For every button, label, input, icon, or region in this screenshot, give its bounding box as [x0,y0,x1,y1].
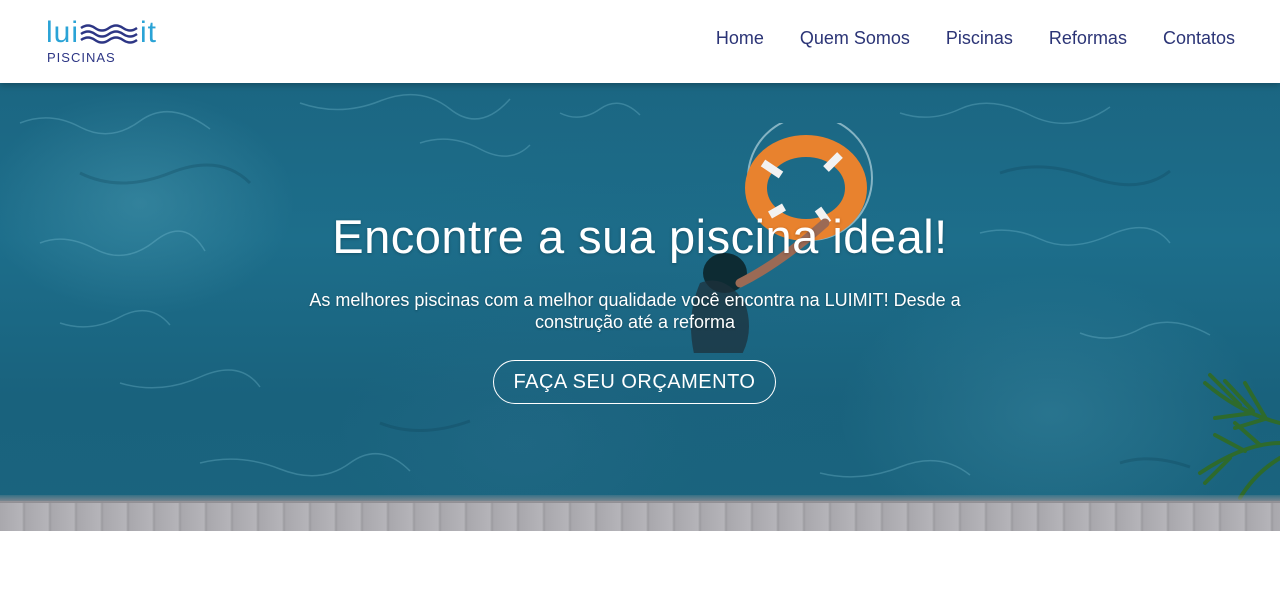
nav-item-piscinas[interactable]: Piscinas [946,28,1013,49]
main-nav: Home Quem Somos Piscinas Reformas Contat… [716,28,1235,49]
site-header: lui it PISCINAS Home Quem Somos Piscinas… [0,0,1280,83]
hero-subtitle: As melhores piscinas com a melhor qualid… [309,290,961,332]
hero-banner: Encontre a sua piscina ideal! As melhore… [0,83,1280,531]
nav-item-reformas[interactable]: Reformas [1049,28,1127,49]
nav-item-home[interactable]: Home [716,28,764,49]
hero-content: Encontre a sua piscina ideal! As melhore… [0,83,1280,503]
logo-waves-icon [80,24,138,44]
logo-wordmark: lui it [46,16,156,50]
logo-word-left: lui [46,16,80,49]
logo-word-right: it [140,16,157,49]
pool-deck [0,495,1280,531]
nav-item-contatos[interactable]: Contatos [1163,28,1235,49]
nav-item-quem-somos[interactable]: Quem Somos [800,28,910,49]
site-logo[interactable]: lui it PISCINAS [46,16,171,66]
logo-subtitle: PISCINAS [47,50,116,65]
quote-button[interactable]: FAÇA SEU ORÇAMENTO [493,360,776,404]
hero-title: Encontre a sua piscina ideal! [332,210,948,263]
